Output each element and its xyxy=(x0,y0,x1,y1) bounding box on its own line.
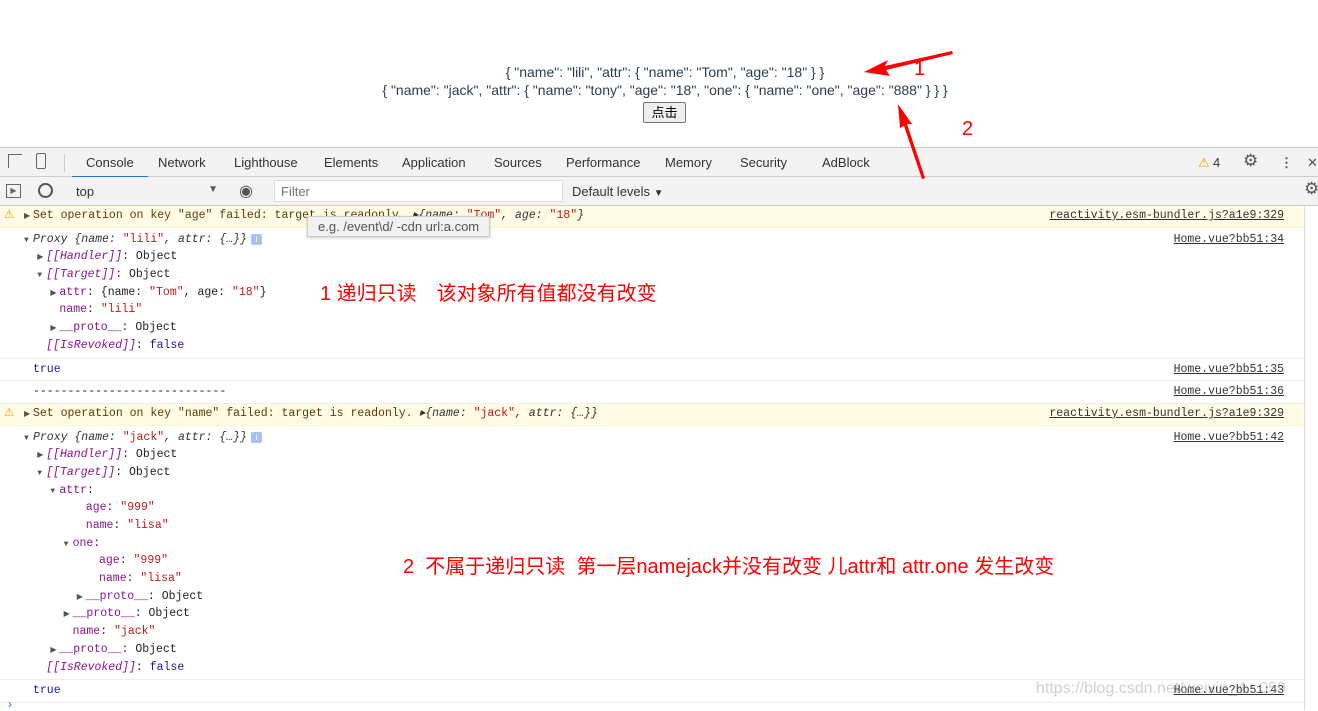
arrow-2 xyxy=(898,104,925,179)
arrow-1 xyxy=(864,51,953,76)
annotation-arrows xyxy=(864,51,953,179)
